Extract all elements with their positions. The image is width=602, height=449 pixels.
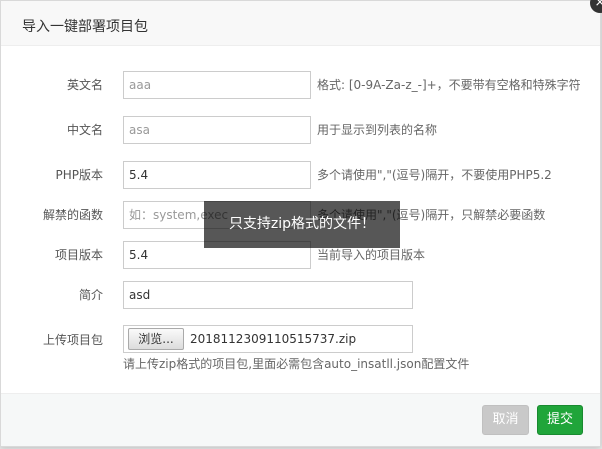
upload-row: 上传项目包 浏览... 2018112309110515737.zip	[1, 325, 600, 355]
chinese-name-row: 中文名 asa 用于显示到列表的名称	[1, 115, 600, 145]
php-version-row: PHP版本 5.4 多个请使用","(逗号)隔开，不要使用PHP5.2	[1, 160, 600, 190]
selected-file-name: 2018112309110515737.zip	[190, 332, 357, 346]
cancel-button[interactable]: 取消	[482, 405, 529, 435]
english-name-hint: 格式: [0-9A-Za-z_-]+，不要带有空格和特殊字符	[317, 78, 581, 92]
description-label: 简介	[78, 288, 103, 302]
dialog-footer: 取消 提交	[1, 393, 600, 446]
english-name-row: 英文名 aaa 格式: [0-9A-Za-z_-]+，不要带有空格和特殊字符	[1, 70, 600, 100]
file-upload-field: 浏览... 2018112309110515737.zip	[123, 325, 413, 353]
disabled-functions-label: 解禁的函数	[42, 208, 103, 222]
php-version-hint: 多个请使用","(逗号)隔开，不要使用PHP5.2	[317, 168, 552, 182]
upload-note: 请上传zip格式的项目包,里面必需包含auto_insatll.json配置文件	[123, 357, 470, 371]
dialog-header: 导入一键部署项目包	[1, 1, 600, 46]
description-input[interactable]: asd	[123, 281, 413, 309]
chinese-name-hint: 用于显示到列表的名称	[317, 123, 438, 137]
chinese-name-input[interactable]: asa	[123, 116, 311, 144]
english-name-label: 英文名	[66, 78, 103, 92]
toast-message: 只支持zip格式的文件！	[204, 201, 400, 248]
php-version-input[interactable]: 5.4	[123, 161, 311, 189]
project-version-label: 项目版本	[54, 248, 103, 262]
submit-button[interactable]: 提交	[537, 405, 583, 435]
description-row: 简介 asd	[1, 280, 600, 310]
chinese-name-label: 中文名	[66, 123, 103, 137]
upload-label: 上传项目包	[42, 333, 103, 347]
php-version-label: PHP版本	[55, 168, 104, 182]
english-name-input[interactable]: aaa	[123, 71, 311, 99]
browse-button[interactable]: 浏览...	[128, 328, 184, 350]
dialog-title: 导入一键部署项目包	[22, 19, 148, 35]
